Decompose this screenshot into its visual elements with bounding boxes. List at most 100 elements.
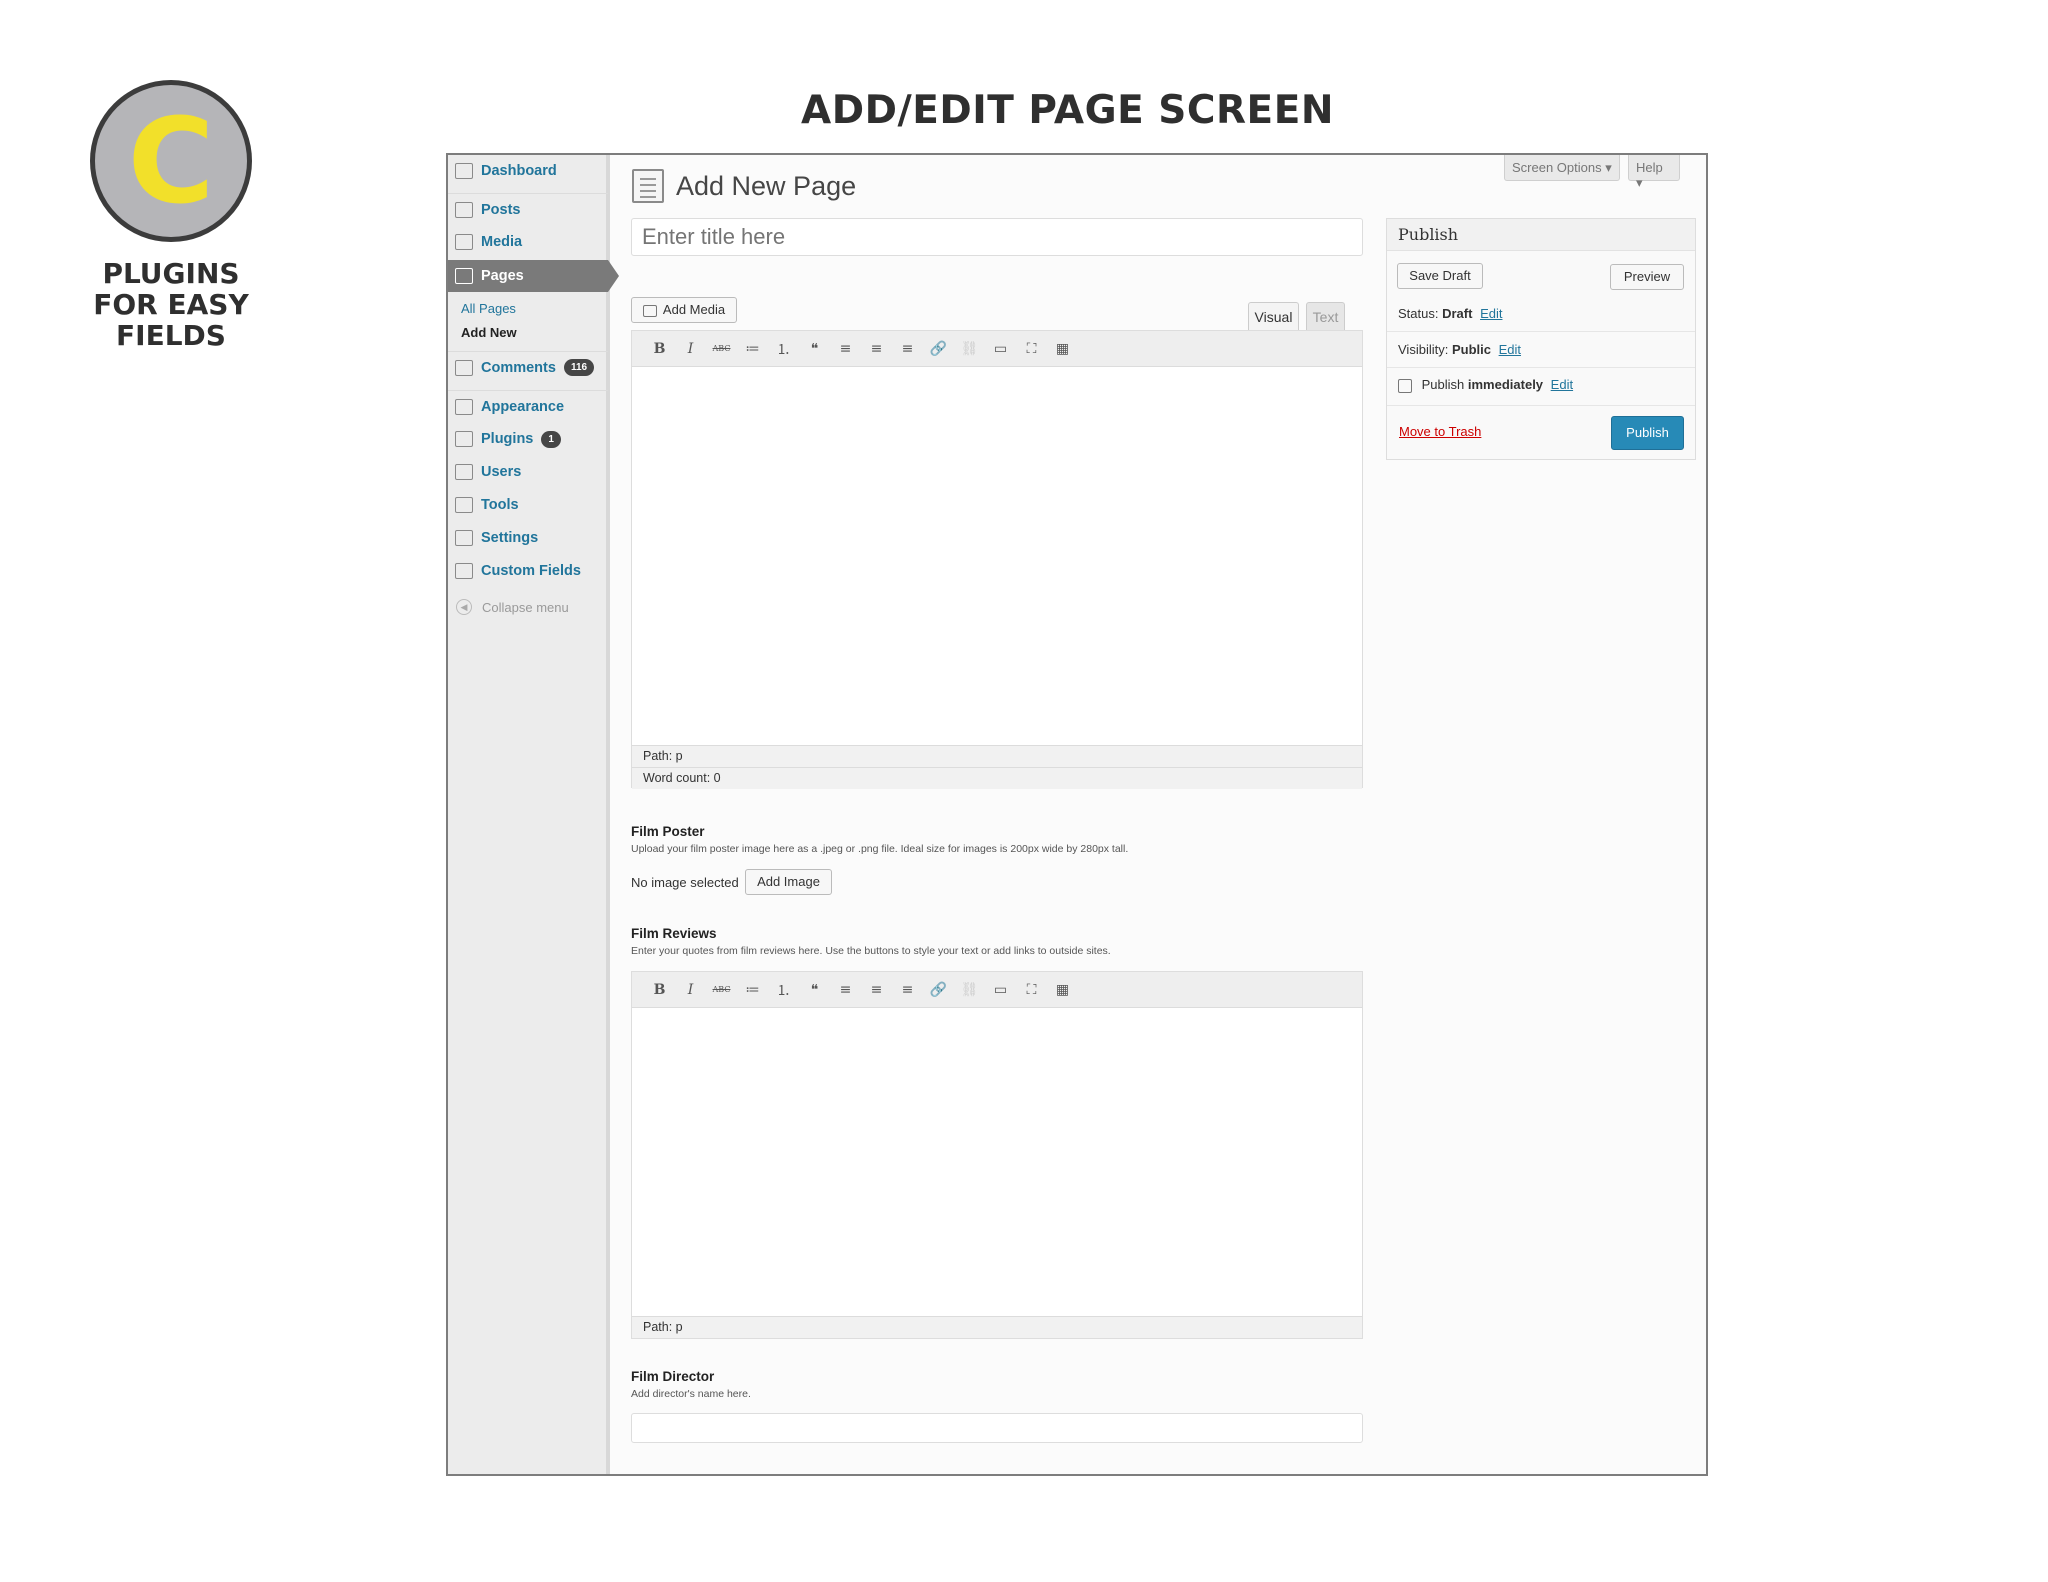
sidebar-item-pages[interactable]: Pages: [448, 260, 608, 292]
align-left-icon[interactable]: ≡: [830, 979, 861, 1001]
collapse-arrow-icon: ◀: [456, 599, 472, 615]
strikethrough-button[interactable]: ABC: [706, 979, 737, 1001]
italic-button[interactable]: I: [675, 338, 706, 360]
strikethrough-button[interactable]: ABC: [706, 338, 737, 360]
settings-icon: [455, 530, 473, 546]
preview-button[interactable]: Preview: [1610, 264, 1684, 290]
film-director-input[interactable]: [631, 1413, 1363, 1443]
appearance-icon: [455, 398, 473, 415]
link-icon[interactable]: 🔗: [923, 338, 954, 360]
bold-button[interactable]: B: [644, 979, 675, 1001]
badge-letter: C: [127, 92, 215, 230]
sidebar-item-label: Posts: [481, 201, 521, 218]
schedule-edit-link[interactable]: Edit: [1551, 377, 1573, 392]
badge-caption-line: FIELDS: [116, 319, 226, 352]
publish-box-title: Publish: [1387, 219, 1695, 251]
publish-label: Publish: [1421, 377, 1465, 392]
bold-button[interactable]: B: [644, 338, 675, 360]
tools-icon: [455, 497, 473, 513]
sidebar-item-users[interactable]: Users: [448, 456, 608, 488]
status-value: Draft: [1442, 306, 1473, 321]
sidebar-item-plugins[interactable]: Plugins 1: [448, 423, 608, 455]
status-row: Status: Draft Edit: [1398, 306, 1502, 321]
film-director-description: Add director's name here.: [631, 1388, 751, 1400]
media-icon: [455, 234, 473, 250]
align-right-icon[interactable]: ≡: [892, 979, 923, 1001]
visibility-label: Visibility:: [1398, 342, 1449, 357]
save-draft-button[interactable]: Save Draft: [1397, 263, 1483, 289]
active-indicator-arrow: [608, 260, 619, 292]
blockquote-icon[interactable]: ❝: [799, 338, 830, 360]
sidebar-item-custom-fields[interactable]: Custom Fields: [448, 555, 608, 587]
bullet-list-icon[interactable]: ≔: [737, 979, 768, 1001]
sidebar-item-dashboard[interactable]: Dashboard: [448, 155, 608, 187]
tab-visual[interactable]: Visual: [1248, 302, 1299, 330]
align-center-icon[interactable]: ≡: [861, 979, 892, 1001]
kitchen-sink-icon[interactable]: ▦: [1047, 338, 1078, 360]
submenu-all-pages[interactable]: All Pages: [461, 301, 516, 316]
sidebar-item-label: Tools: [481, 497, 519, 513]
film-reviews-label: Film Reviews: [631, 926, 717, 941]
divider: [1387, 331, 1695, 332]
align-left-icon[interactable]: ≡: [830, 338, 861, 360]
visibility-edit-link[interactable]: Edit: [1499, 342, 1521, 357]
tab-text[interactable]: Text: [1306, 302, 1345, 330]
dashboard-icon: [455, 163, 473, 179]
admin-sidebar: Dashboard Posts Media Pages All Pages Ad…: [448, 155, 619, 1474]
read-more-icon[interactable]: ▭: [985, 979, 1016, 1001]
unlink-icon[interactable]: ⛓: [954, 338, 985, 360]
fullscreen-icon[interactable]: ⛶: [1016, 338, 1047, 360]
badge-caption: PLUGINS FOR EASY FIELDS: [60, 258, 282, 351]
editor-path: Path: p: [632, 745, 1362, 767]
sidebar-item-appearance[interactable]: Appearance: [448, 390, 608, 422]
sidebar-item-label: Dashboard: [481, 163, 557, 179]
sidebar-item-posts[interactable]: Posts: [448, 193, 608, 225]
plugin-update-badge: 1: [541, 430, 561, 448]
title-input[interactable]: [631, 218, 1363, 256]
bullet-list-icon[interactable]: ≔: [737, 338, 768, 360]
help-button[interactable]: Help ▾: [1628, 155, 1680, 190]
add-image-button[interactable]: Add Image: [745, 869, 832, 895]
content-editor[interactable]: B I ABC ≔ ⒈ ❝ ≡ ≡ ≡ 🔗 ⛓ ▭ ⛶ ▦ Path: p Wo…: [631, 330, 1363, 789]
sidebar-item-label: Plugins: [481, 431, 534, 447]
sidebar-item-settings[interactable]: Settings: [448, 522, 608, 554]
page-icon: [632, 169, 664, 203]
sidebar-item-label: Pages: [481, 268, 524, 284]
badge-caption-line: FOR EASY: [93, 288, 249, 321]
editor-toolbar: B I ABC ≔ ⒈ ❝ ≡ ≡ ≡ 🔗 ⛓ ▭ ⛶ ▦: [632, 331, 1362, 367]
link-icon[interactable]: 🔗: [923, 979, 954, 1001]
fullscreen-icon[interactable]: ⛶: [1016, 979, 1047, 1001]
publish-button[interactable]: Publish: [1611, 416, 1684, 450]
submenu-add-new[interactable]: Add New: [461, 325, 517, 340]
numbered-list-icon[interactable]: ⒈: [768, 979, 799, 1001]
align-center-icon[interactable]: ≡: [861, 338, 892, 360]
blockquote-icon[interactable]: ❝: [799, 979, 830, 1001]
screen-options-button[interactable]: Screen Options ▾: [1504, 155, 1620, 181]
unlink-icon[interactable]: ⛓: [954, 979, 985, 1001]
film-poster-description: Upload your film poster image here as a …: [631, 843, 1129, 855]
reviews-editor[interactable]: B I ABC ≔ ⒈ ❝ ≡ ≡ ≡ 🔗 ⛓ ▭ ⛶ ▦ Path: p: [631, 971, 1363, 1339]
film-poster-label: Film Poster: [631, 824, 705, 839]
italic-button[interactable]: I: [675, 979, 706, 1001]
slide: C PLUGINS FOR EASY FIELDS ADD/EDIT PAGE …: [0, 0, 2048, 1582]
read-more-icon[interactable]: ▭: [985, 338, 1016, 360]
kitchen-sink-icon[interactable]: ▦: [1047, 979, 1078, 1001]
badge-caption-line: PLUGINS: [102, 257, 240, 290]
page-header: Add New Page: [632, 169, 856, 203]
numbered-list-icon[interactable]: ⒈: [768, 338, 799, 360]
users-icon: [455, 464, 473, 480]
status-edit-link[interactable]: Edit: [1480, 306, 1502, 321]
collapse-menu-button[interactable]: ◀ Collapse menu: [456, 599, 569, 615]
add-media-button[interactable]: Add Media: [631, 297, 737, 323]
move-to-trash-link[interactable]: Move to Trash: [1399, 424, 1481, 439]
sidebar-item-label: Custom Fields: [481, 563, 581, 579]
media-icon: [642, 304, 657, 317]
comment-icon: [455, 359, 473, 376]
reviews-editor-toolbar: B I ABC ≔ ⒈ ❝ ≡ ≡ ≡ 🔗 ⛓ ▭ ⛶ ▦: [632, 972, 1362, 1008]
sidebar-item-label: Settings: [481, 530, 539, 546]
sidebar-item-tools[interactable]: Tools: [448, 489, 608, 521]
status-label: Status:: [1398, 306, 1439, 321]
sidebar-item-media[interactable]: Media: [448, 226, 608, 258]
sidebar-item-comments[interactable]: Comments 116: [448, 351, 608, 383]
align-right-icon[interactable]: ≡: [892, 338, 923, 360]
